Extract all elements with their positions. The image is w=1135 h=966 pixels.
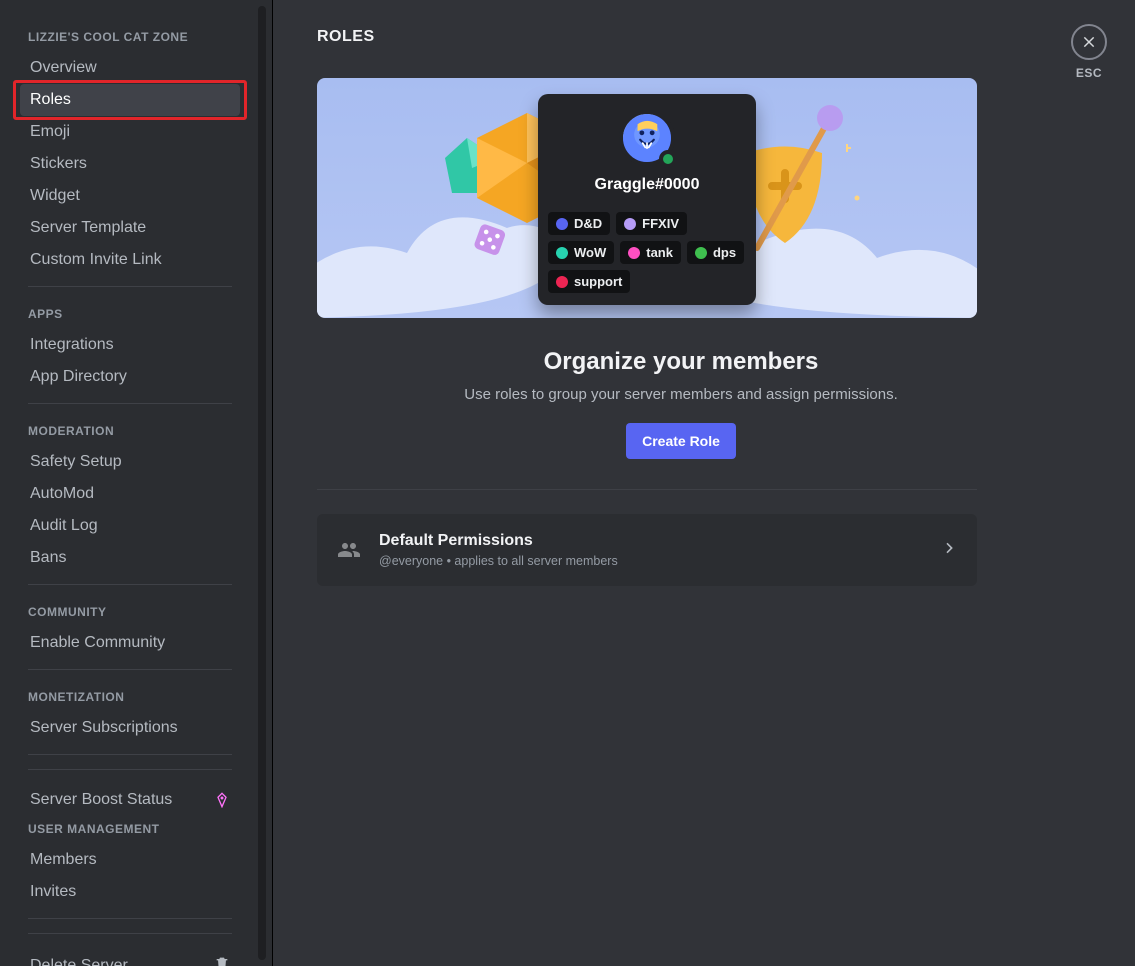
sidebar-item-server-template[interactable]: Server Template	[20, 212, 240, 244]
sidebar-item-label: Stickers	[30, 155, 87, 173]
sidebar-item-integrations[interactable]: Integrations	[20, 329, 240, 361]
role-chip-label: tank	[646, 245, 673, 260]
role-color-dot	[556, 247, 568, 259]
sidebar-separator	[28, 918, 232, 919]
role-color-dot	[624, 218, 636, 230]
role-chip-label: D&D	[574, 216, 602, 231]
sidebar-item-label: Server Subscriptions	[30, 719, 178, 737]
sidebar-item-automod[interactable]: AutoMod	[20, 478, 240, 510]
sidebar-item-label: Safety Setup	[30, 453, 122, 471]
role-chip-tank: tank	[620, 241, 681, 264]
sidebar-item-label: Integrations	[30, 336, 114, 354]
members-icon	[337, 538, 361, 562]
sidebar-category-header: LIZZIE'S COOL CAT ZONE	[20, 24, 240, 44]
sidebar-item-label: Bans	[30, 549, 66, 567]
sidebar-item-roles[interactable]: Roles	[20, 84, 240, 116]
role-chip-label: FFXIV	[642, 216, 679, 231]
sidebar-separator	[28, 933, 232, 934]
sidebar-item-label: Server Template	[30, 219, 146, 237]
sidebar-item-audit-log[interactable]: Audit Log	[20, 510, 240, 542]
sidebar-item-enable-community[interactable]: Enable Community	[20, 627, 240, 659]
sidebar-item-overview[interactable]: Overview	[20, 52, 240, 84]
hero-headline: Organize your members	[317, 348, 1045, 376]
close-settings-button[interactable]: ESC	[1071, 24, 1107, 80]
role-color-dot	[695, 247, 707, 259]
role-chip-label: support	[574, 274, 622, 289]
sidebar-separator	[28, 769, 232, 770]
sidebar-separator	[28, 754, 232, 755]
sidebar-item-label: Emoji	[30, 123, 70, 141]
sidebar-scrollbar[interactable]	[258, 6, 266, 960]
sidebar-item-label: App Directory	[30, 368, 127, 386]
role-color-dot	[556, 218, 568, 230]
sidebar-item-label: Delete Server	[30, 957, 128, 966]
sidebar-item-stickers[interactable]: Stickers	[20, 148, 240, 180]
sidebar-item-app-directory[interactable]: App Directory	[20, 361, 240, 393]
section-divider	[317, 489, 977, 490]
settings-sidebar: LIZZIE'S COOL CAT ZONE Overview Roles Emoji…	[0, 0, 272, 966]
sidebar-item-label: AutoMod	[30, 485, 94, 503]
sidebar-category-header: MODERATION	[20, 418, 240, 438]
sidebar-item-emoji[interactable]: Emoji	[20, 116, 240, 148]
sidebar-separator	[28, 286, 232, 287]
sidebar-item-delete-server[interactable]: Delete Server	[20, 948, 240, 966]
sidebar-item-server-boost-status[interactable]: Server Boost Status	[20, 784, 240, 816]
sidebar-category-header: MONETIZATION	[20, 684, 240, 704]
sidebar-item-label: Server Boost Status	[30, 791, 172, 809]
settings-main: ESC ROLES	[273, 0, 1135, 966]
role-chip-support: support	[548, 270, 630, 293]
trash-icon	[214, 955, 230, 966]
roles-hero-banner: Graggle#0000 D&D FFXIV WoW tank dps support	[317, 78, 977, 318]
close-icon	[1071, 24, 1107, 60]
hero-subtext: Use roles to group your server members a…	[317, 386, 1045, 403]
boost-gem-icon	[214, 792, 230, 808]
sidebar-item-label: Members	[30, 851, 97, 869]
role-chip-label: WoW	[574, 245, 606, 260]
sidebar-item-server-subscriptions[interactable]: Server Subscriptions	[20, 712, 240, 744]
sidebar-separator	[28, 669, 232, 670]
example-user-card: Graggle#0000 D&D FFXIV WoW tank dps support	[538, 94, 756, 305]
close-label: ESC	[1076, 66, 1102, 80]
sidebar-item-members[interactable]: Members	[20, 844, 240, 876]
sidebar-separator	[28, 403, 232, 404]
sidebar-item-label: Custom Invite Link	[30, 251, 162, 269]
sidebar-category-header: COMMUNITY	[20, 599, 240, 619]
role-chip-dps: dps	[687, 241, 744, 264]
chevron-right-icon	[941, 540, 957, 561]
sidebar-item-label: Invites	[30, 883, 76, 901]
default-permissions-title: Default Permissions	[379, 532, 618, 550]
role-chip-ffxiv: FFXIV	[616, 212, 687, 235]
sidebar-item-bans[interactable]: Bans	[20, 542, 240, 574]
role-color-dot	[556, 276, 568, 288]
sidebar-item-label: Widget	[30, 187, 80, 205]
role-chip-d-d: D&D	[548, 212, 610, 235]
sidebar-item-label: Enable Community	[30, 634, 165, 652]
sidebar-category-header: USER MANAGEMENT	[20, 816, 240, 836]
role-color-dot	[628, 247, 640, 259]
default-permissions-subtitle: @everyone • applies to all server member…	[379, 554, 618, 568]
page-title: ROLES	[317, 28, 1045, 46]
sidebar-item-widget[interactable]: Widget	[20, 180, 240, 212]
example-username: Graggle#0000	[548, 176, 746, 194]
sidebar-category-header: APPS	[20, 301, 240, 321]
role-chip-wow: WoW	[548, 241, 614, 264]
role-chip-label: dps	[713, 245, 736, 260]
sidebar-item-label: Roles	[30, 91, 71, 109]
sidebar-item-safety-setup[interactable]: Safety Setup	[20, 446, 240, 478]
status-online-icon	[659, 150, 677, 168]
sidebar-item-label: Audit Log	[30, 517, 98, 535]
sidebar-separator	[28, 584, 232, 585]
default-permissions-row[interactable]: Default Permissions @everyone • applies …	[317, 514, 977, 586]
create-role-button[interactable]: Create Role	[626, 423, 736, 459]
sidebar-item-invites[interactable]: Invites	[20, 876, 240, 908]
sidebar-item-label: Overview	[30, 59, 97, 77]
sidebar-item-custom-invite-link[interactable]: Custom Invite Link	[20, 244, 240, 276]
